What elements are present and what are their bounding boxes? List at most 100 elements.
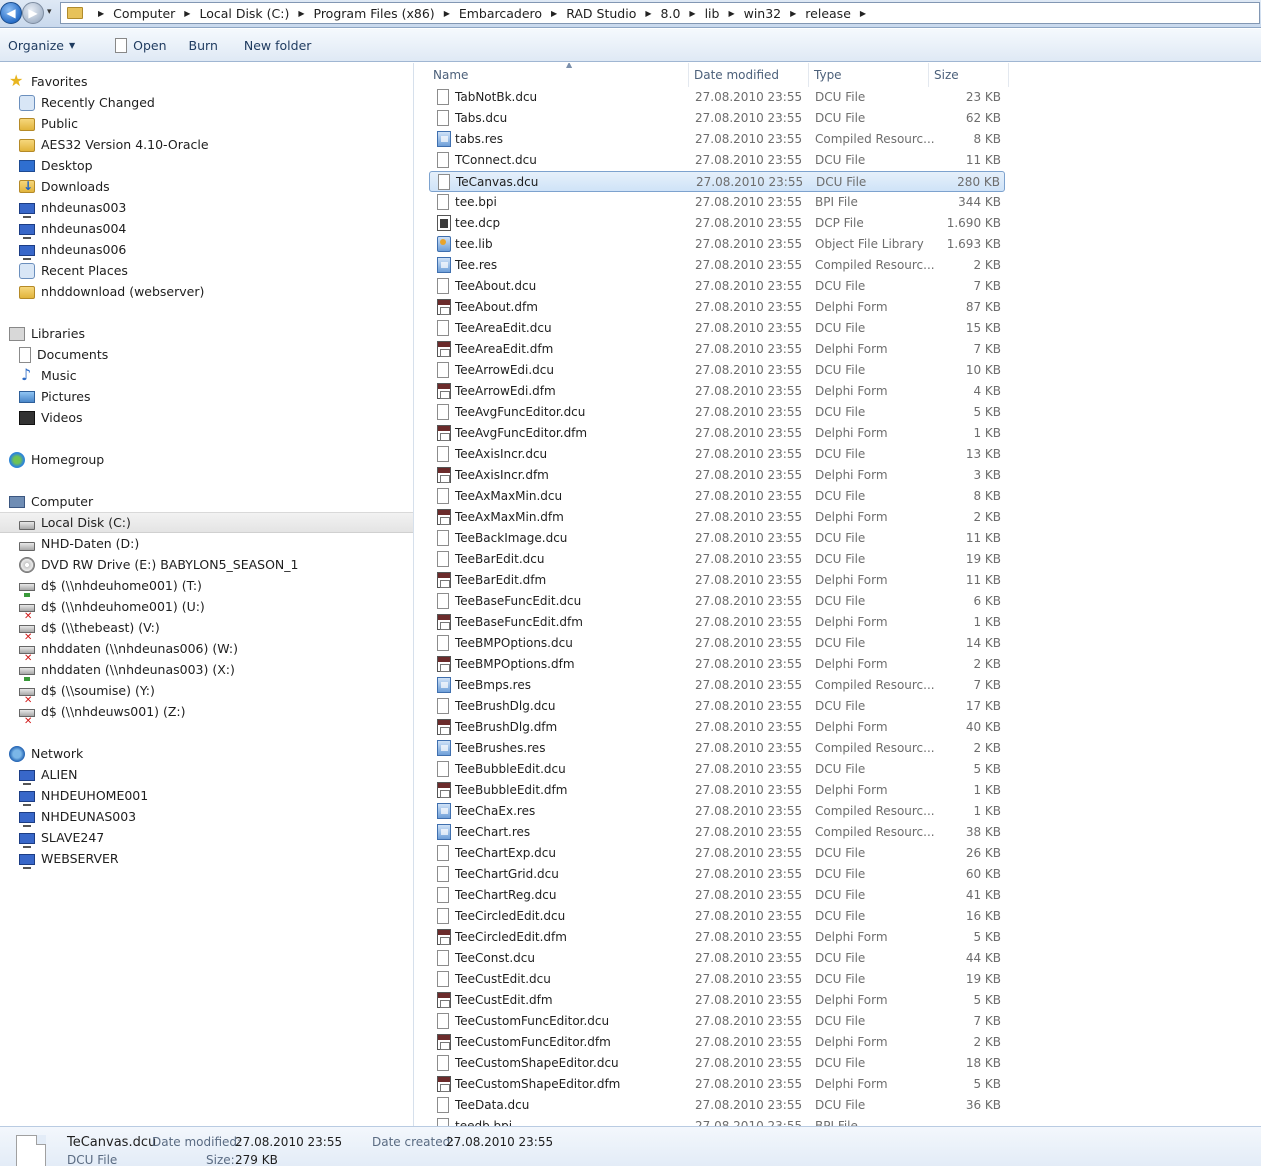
column-header-size[interactable]: Size — [930, 63, 1009, 87]
nav-favorite-item[interactable]: Downloads — [0, 176, 413, 197]
nav-favorite-item[interactable]: Desktop — [0, 155, 413, 176]
file-row[interactable]: TeeAxisIncr.dcu 27.08.2010 23:55 DCU File 1… — [429, 444, 1005, 465]
nav-drive-item[interactable]: d$ (\\nhdeuhome001) (U:) — [0, 596, 413, 622]
file-row[interactable]: TeeChartReg.dcu 27.08.2010 23:55 DCU File 4… — [429, 885, 1005, 906]
file-list[interactable]: Name ▲ Date modified Type Size TabNotBk.… — [415, 63, 1261, 1126]
nav-library-item[interactable]: Videos — [0, 407, 413, 428]
nav-drive-item[interactable]: DVD RW Drive (E:) BABYLON5_SEASON_1 — [0, 554, 413, 575]
file-row[interactable]: teedb.bpi 27.08.2010 23:55 BPI File — [429, 1116, 1005, 1126]
file-row[interactable]: TeeAxMaxMin.dfm 27.08.2010 23:55 Delphi Fo… — [429, 507, 1005, 528]
new-folder-button[interactable]: New folder — [236, 32, 320, 58]
file-row[interactable]: TeeChartGrid.dcu 27.08.2010 23:55 DCU File… — [429, 864, 1005, 885]
file-row[interactable]: TeeBrushes.res 27.08.2010 23:55 Compiled R… — [429, 738, 1005, 759]
forward-button[interactable]: ▶ — [22, 2, 44, 24]
nav-favorite-item[interactable]: nhdeunas004 — [0, 218, 413, 239]
file-row[interactable]: TeeCustomShapeEditor.dcu 27.08.2010 23:55… — [429, 1053, 1005, 1074]
nav-computer[interactable]: Computer — [0, 491, 413, 512]
nav-library-item[interactable]: Music — [0, 365, 413, 386]
chevron-right-icon[interactable]: ▶ — [184, 9, 190, 18]
breadcrumb-item[interactable]: Computer ▶ — [113, 6, 199, 21]
file-row[interactable]: TeeAbout.dfm 27.08.2010 23:55 Delphi Form 8… — [429, 297, 1005, 318]
file-row[interactable]: Tee.res 27.08.2010 23:55 Compiled Resourc.… — [429, 255, 1005, 276]
nav-drive-item[interactable]: d$ (\\thebeast) (V:) — [0, 617, 413, 643]
file-row[interactable]: TeeCustEdit.dfm 27.08.2010 23:55 Delphi Fo… — [429, 990, 1005, 1011]
file-row[interactable]: TeeCustEdit.dcu 27.08.2010 23:55 DCU File 1… — [429, 969, 1005, 990]
file-row[interactable]: TeeBubbleEdit.dfm 27.08.2010 23:55 Delphi … — [429, 780, 1005, 801]
file-row[interactable]: TeeAreaEdit.dcu 27.08.2010 23:55 DCU File 1… — [429, 318, 1005, 339]
back-button[interactable]: ◀ — [0, 2, 22, 24]
nav-libraries[interactable]: Libraries — [0, 323, 413, 344]
open-button[interactable]: Open — [107, 32, 174, 58]
nav-drive-item[interactable]: d$ (\\nhdeuws001) (Z:) — [0, 701, 413, 727]
navigation-pane[interactable]: Favorites Recently Changed Public AES32 Ver… — [0, 63, 414, 1126]
breadcrumb-item[interactable]: Embarcadero ▶ — [459, 6, 566, 21]
breadcrumb-item[interactable]: lib ▶ — [705, 6, 744, 21]
nav-favorite-item[interactable]: nhddownload (webserver) — [0, 281, 413, 302]
nav-library-item[interactable]: Pictures — [0, 386, 413, 407]
nav-favorite-item[interactable]: Public — [0, 113, 413, 134]
file-row[interactable]: TeeBaseFuncEdit.dfm 27.08.2010 23:55 Delph… — [429, 612, 1005, 633]
file-row[interactable]: Tabs.dcu 27.08.2010 23:55 DCU File 62 KB — [429, 108, 1005, 129]
file-row[interactable]: TeeBubbleEdit.dcu 27.08.2010 23:55 DCU Fil… — [429, 759, 1005, 780]
file-row[interactable]: TeeCircledEdit.dcu 27.08.2010 23:55 DCU Fi… — [429, 906, 1005, 927]
breadcrumb-item[interactable]: release ▶ — [805, 6, 875, 21]
file-row[interactable]: tee.dcp 27.08.2010 23:55 DCP File 1.690 KB — [429, 213, 1005, 234]
file-row[interactable]: TeeChart.res 27.08.2010 23:55 Compiled Res… — [429, 822, 1005, 843]
file-row[interactable]: TabNotBk.dcu 27.08.2010 23:55 DCU File 23 K… — [429, 87, 1005, 108]
nav-network-item[interactable]: NHDEUHOME001 — [0, 785, 413, 806]
nav-favorite-item[interactable]: AES32 Version 4.10-Oracle — [0, 134, 413, 155]
file-row[interactable]: TeeBackImage.dcu 27.08.2010 23:55 DCU File… — [429, 528, 1005, 549]
breadcrumb-item[interactable]: RAD Studio ▶ — [566, 6, 660, 21]
nav-favorite-item[interactable]: Recently Changed — [0, 92, 413, 113]
breadcrumb-item[interactable]: 8.0 ▶ — [661, 6, 705, 21]
column-header-date[interactable]: Date modified — [690, 63, 809, 87]
file-row[interactable]: TeeArrowEdi.dfm 27.08.2010 23:55 Delphi Fo… — [429, 381, 1005, 402]
chevron-right-icon[interactable]: ▶ — [551, 9, 557, 18]
file-row[interactable]: TeeBrushDlg.dcu 27.08.2010 23:55 DCU File 1… — [429, 696, 1005, 717]
file-row[interactable]: TeeBrushDlg.dfm 27.08.2010 23:55 Delphi Fo… — [429, 717, 1005, 738]
file-row[interactable]: TeeBarEdit.dcu 27.08.2010 23:55 DCU File 19… — [429, 549, 1005, 570]
file-row[interactable]: TeeConst.dcu 27.08.2010 23:55 DCU File 44 K… — [429, 948, 1005, 969]
column-header-type[interactable]: Type — [810, 63, 929, 87]
file-row[interactable]: TeeCustomFuncEditor.dfm 27.08.2010 23:55 D… — [429, 1032, 1005, 1053]
file-row[interactable]: TeeAxisIncr.dfm 27.08.2010 23:55 Delphi Fo… — [429, 465, 1005, 486]
chevron-right-icon[interactable]: ▶ — [444, 9, 450, 18]
file-row[interactable]: tabs.res 27.08.2010 23:55 Compiled Resourc… — [429, 129, 1005, 150]
nav-favorites[interactable]: Favorites — [0, 71, 413, 92]
nav-network-item[interactable]: SLAVE247 — [0, 827, 413, 848]
breadcrumb-sep-root[interactable]: ▶ — [89, 9, 113, 18]
burn-button[interactable]: Burn — [181, 32, 226, 58]
nav-network[interactable]: Network — [0, 743, 413, 764]
nav-network-item[interactable]: WEBSERVER — [0, 848, 413, 869]
file-row[interactable]: TeeBMPOptions.dfm 27.08.2010 23:55 Delphi … — [429, 654, 1005, 675]
nav-network-item[interactable]: ALIEN — [0, 764, 413, 785]
nav-drive-item[interactable]: nhddaten (\\nhdeunas006) (W:) — [0, 638, 413, 664]
nav-favorite-item[interactable]: nhdeunas006 — [0, 239, 413, 260]
nav-drive-item[interactable]: d$ (\\nhdeuhome001) (T:) — [0, 575, 413, 597]
file-row[interactable]: TeeCircledEdit.dfm 27.08.2010 23:55 Delphi… — [429, 927, 1005, 948]
file-row[interactable]: TeeChaEx.res 27.08.2010 23:55 Compiled Res… — [429, 801, 1005, 822]
nav-homegroup[interactable]: Homegroup — [0, 449, 413, 470]
nav-drive-item[interactable]: Local Disk (C:) — [0, 512, 413, 533]
file-row[interactable]: tee.bpi 27.08.2010 23:55 BPI File 344 KB — [429, 192, 1005, 213]
chevron-right-icon[interactable]: ▶ — [645, 9, 651, 18]
breadcrumb-item[interactable]: Program Files (x86) ▶ — [314, 6, 459, 21]
nav-drive-item[interactable]: d$ (\\soumise) (Y:) — [0, 680, 413, 706]
nav-network-item[interactable]: NHDEUNAS003 — [0, 806, 413, 827]
file-row[interactable]: TeeChartExp.dcu 27.08.2010 23:55 DCU File 2… — [429, 843, 1005, 864]
address-bar[interactable]: ▶ Computer ▶ Local Disk (C:) ▶ Program Files… — [60, 2, 1260, 24]
file-row[interactable]: TeeBMPOptions.dcu 27.08.2010 23:55 DCU Fil… — [429, 633, 1005, 654]
chevron-right-icon[interactable]: ▶ — [98, 9, 104, 18]
chevron-right-icon[interactable]: ▶ — [790, 9, 796, 18]
chevron-right-icon[interactable]: ▶ — [689, 9, 695, 18]
nav-drive-item[interactable]: NHD-Daten (D:) — [0, 533, 413, 554]
file-row[interactable]: TeeAvgFuncEditor.dfm 27.08.2010 23:55 Delp… — [429, 423, 1005, 444]
breadcrumb-item[interactable]: Local Disk (C:) ▶ — [199, 6, 313, 21]
recent-locations-dropdown[interactable]: ▾ — [47, 7, 52, 17]
file-row[interactable]: TeeBarEdit.dfm 27.08.2010 23:55 Delphi For… — [429, 570, 1005, 591]
file-row[interactable]: TeeBmps.res 27.08.2010 23:55 Compiled Reso… — [429, 675, 1005, 696]
file-row[interactable]: TConnect.dcu 27.08.2010 23:55 DCU File 11 K… — [429, 150, 1005, 171]
file-row[interactable]: TeeBaseFuncEdit.dcu 27.08.2010 23:55 DCU F… — [429, 591, 1005, 612]
file-row[interactable]: TeCanvas.dcu 27.08.2010 23:55 DCU File 280 … — [429, 171, 1005, 192]
nav-drive-item[interactable]: nhddaten (\\nhdeunas003) (X:) — [0, 659, 413, 681]
